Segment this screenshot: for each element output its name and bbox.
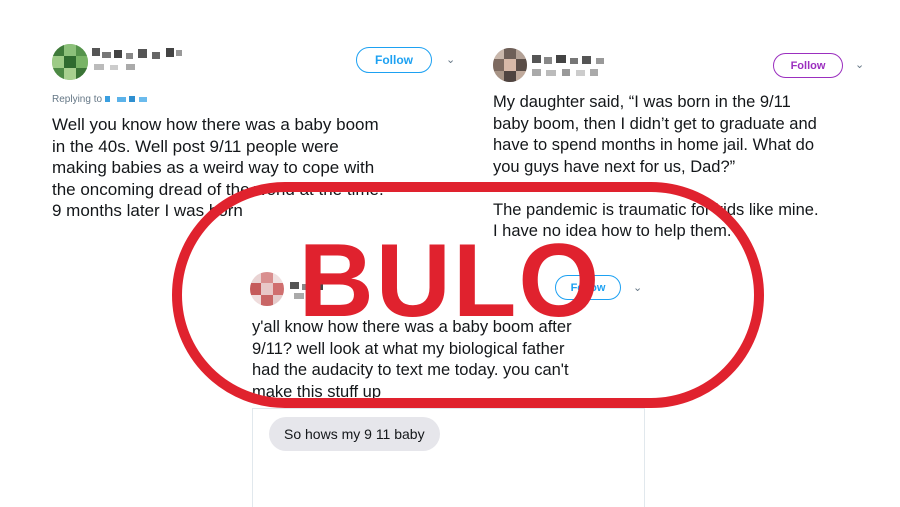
tweet-card-1: Follow ⌄ Replying to Well you know how t…: [0, 0, 470, 230]
avatar-2[interactable]: [493, 48, 527, 82]
follow-button-2[interactable]: Follow: [773, 53, 843, 78]
blurred-username-3[interactable]: [290, 278, 350, 300]
message-bubble: So hows my 9 11 baby: [269, 417, 440, 451]
blurred-username-2[interactable]: [532, 52, 642, 76]
replying-to-line: Replying to: [52, 94, 155, 105]
tweet-card-2: Follow ⌄ My daughter said, “I was born i…: [480, 0, 900, 240]
tweet-text-2: My daughter said, “I was born in the 9/1…: [493, 93, 819, 240]
avatar-3[interactable]: [250, 272, 284, 306]
replying-to-label: Replying to: [52, 94, 103, 105]
blurred-mention[interactable]: [104, 94, 155, 104]
chevron-down-icon[interactable]: ⌄: [633, 281, 642, 294]
follow-button-1[interactable]: Follow: [356, 47, 432, 73]
chevron-down-icon[interactable]: ⌄: [855, 58, 864, 71]
follow-button-3[interactable]: Follow: [555, 275, 621, 300]
embedded-message-screenshot: So hows my 9 11 baby: [252, 408, 645, 507]
tweet-text-1: Well you know how there was a baby boom …: [52, 115, 384, 220]
chevron-down-icon[interactable]: ⌄: [446, 53, 455, 66]
blurred-username-1[interactable]: [92, 44, 192, 70]
tweet-text-3: y'all know how there was a baby boom aft…: [252, 318, 572, 401]
avatar-1[interactable]: [52, 44, 88, 80]
